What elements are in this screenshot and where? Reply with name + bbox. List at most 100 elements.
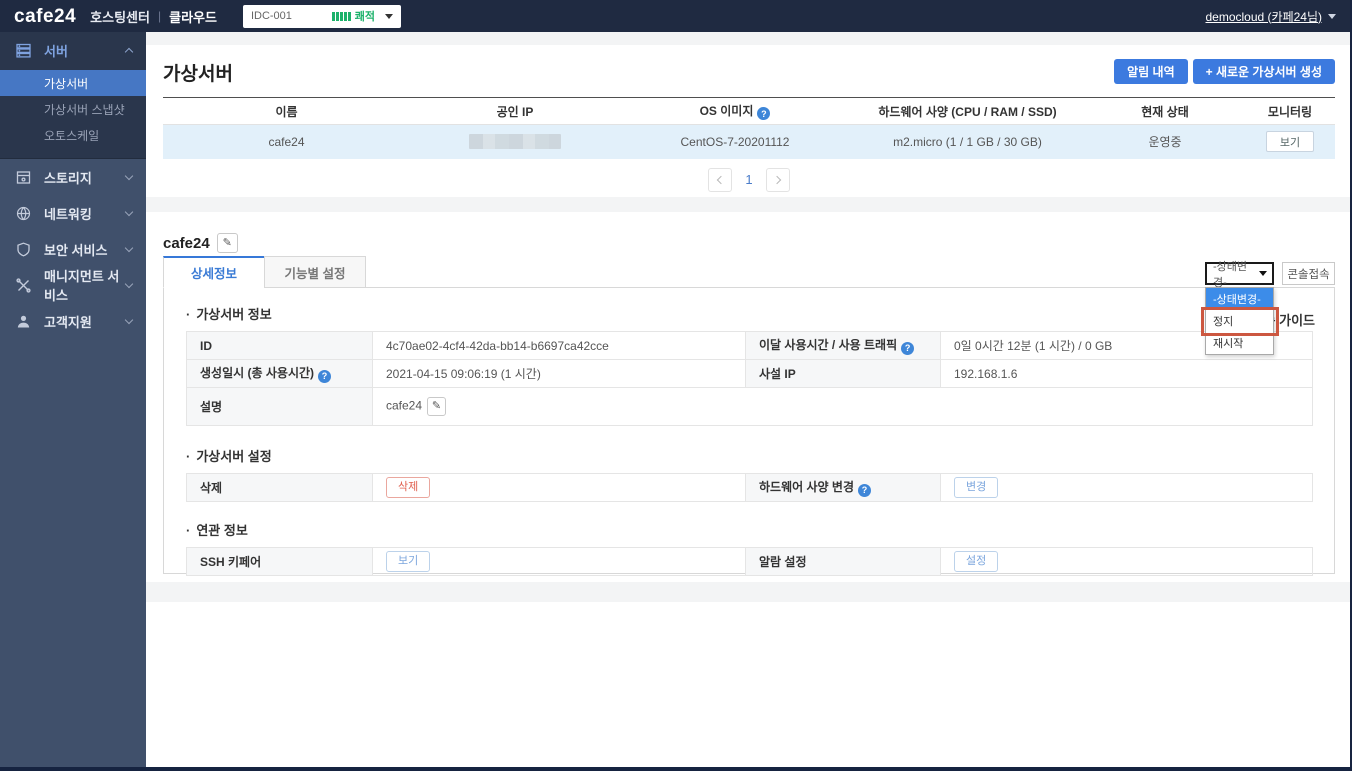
sidebar-item-server[interactable]: 서버 [0,32,146,68]
server-list-table: 이름 공인 IP OS 이미지? 하드웨어 사양 (CPU / RAM / SS… [163,97,1335,159]
cell-os-image: CentOS-7-20201112 [620,124,850,159]
field-label-alarm: 알람 설정 [745,547,941,576]
edit-name-button[interactable]: ✎ [216,233,238,253]
sidebar-item-label: 서버 [44,43,68,59]
idc-selector[interactable]: IDC-001 쾌적 [242,4,401,28]
app-window: cafe24 호스팅센터 | 클라우드 IDC-001 쾌적 democloud… [0,0,1352,771]
field-label-hw-change: 하드웨어 사양 변경? [745,473,941,502]
next-page-button[interactable] [765,167,790,192]
sidebar-group-server: 서버 가상서버 가상서버 스냅샷 오토스케일 [0,32,146,159]
section-label: 클라우드 [169,9,217,25]
table-header-row: 이름 공인 IP OS 이미지? 하드웨어 사양 (CPU / RAM / SS… [163,97,1335,125]
field-label-delete: 삭제 [186,473,373,502]
field-value-private-ip: 192.168.1.6 [940,359,1313,388]
field-value-ssh: 보기 [372,547,746,576]
col-hardware: 하드웨어 사양 (CPU / RAM / SSD) [850,97,1085,125]
menu-option-status-change[interactable]: -상태변경- [1206,288,1273,310]
chevron-down-icon [124,315,134,324]
delete-button[interactable]: 삭제 [386,477,431,498]
detail-tabbar: 상세정보 기능별 설정 [163,256,1335,288]
cell-name: cafe24 [163,124,410,159]
chevron-up-icon [124,47,134,56]
account-menu[interactable]: democloud (카페24님) [1205,8,1336,25]
field-label-ssh: SSH 키페어 [186,547,373,576]
field-value-id: 4c70ae02-4cf4-42da-bb14-b6697ca42cce [372,331,746,360]
tab-detail-info[interactable]: 상세정보 [163,256,265,288]
sidebar: 서버 가상서버 가상서버 스냅샷 오토스케일 스토리지 네트워킹 보안 서비스 … [0,32,146,767]
sidebar-item-management-services[interactable]: 매니지먼트 서비스 [0,267,146,303]
hw-change-button[interactable]: 변경 [954,477,999,498]
service-label: 호스팅센터 [90,9,150,25]
help-icon[interactable]: ? [318,369,332,383]
storage-icon [16,170,31,185]
alarm-setting-button[interactable]: 설정 [954,551,999,572]
pencil-icon: ✎ [431,400,442,412]
chevron-down-icon [124,243,134,252]
sidebar-item-autoscale[interactable]: 오토스케일 [0,122,146,148]
table-row[interactable]: cafe24 CentOS-7-20201112 m2.micro (1 / 1… [163,124,1335,159]
current-page[interactable]: 1 [745,172,752,187]
divider: | [157,9,162,23]
sidebar-submenu-server: 가상서버 가상서버 스냅샷 오토스케일 [0,68,146,152]
sidebar-item-virtual-server[interactable]: 가상서버 [0,70,146,96]
chevron-down-icon [1328,13,1336,19]
help-icon[interactable]: ? [858,483,871,497]
chevron-down-icon [1259,271,1267,276]
tab-feature-settings[interactable]: 기능별 설정 [264,256,366,288]
console-access-button[interactable]: 콘솔접속 [1282,262,1335,285]
sidebar-item-security-services[interactable]: 보안 서비스 [0,231,146,267]
field-label-created: 생성일시 (총 사용시간)? [186,359,373,388]
sidebar-item-customer-support[interactable]: 고객지원 [0,303,146,339]
cell-public-ip [410,124,620,159]
sidebar-item-storage[interactable]: 스토리지 [0,159,146,195]
chevron-left-icon [717,175,726,184]
col-os-image: OS 이미지? [620,97,850,125]
shield-icon [16,242,31,257]
status-change-select[interactable]: -상태변경- [1205,261,1274,289]
chevron-down-icon [124,171,134,180]
field-label-description: 설명 [186,387,373,426]
sidebar-item-networking[interactable]: 네트워킹 [0,195,146,231]
col-public-ip: 공인 IP [410,97,620,125]
server-list-panel: 가상서버 알림 내역 + 새로운 가상서버 생성 이름 공인 IP OS 이미지… [146,45,1350,197]
section-title-settings: 가상서버 설정 [186,426,1313,465]
bottom-border-bar [0,767,1350,771]
alert-history-button[interactable]: 알림 내역 [1114,59,1188,84]
cell-status: 운영중 [1085,124,1245,159]
create-server-button[interactable]: + 새로운 가상서버 생성 [1192,59,1335,84]
cell-hardware: m2.micro (1 / 1 GB / 30 GB) [850,124,1085,159]
account-label: democloud (카페24님) [1205,9,1323,24]
panel-gap [146,197,1350,212]
field-label-private-ip: 사설 IP [745,359,941,388]
sidebar-item-server-snapshot[interactable]: 가상서버 스냅샷 [0,96,146,122]
section-title-info: 가상서버 정보 [186,288,1313,323]
col-name: 이름 [163,97,410,125]
field-label-usage: 이달 사용시간 / 사용 트래픽? [745,331,941,360]
pencil-icon: ✎ [222,236,232,249]
chevron-down-icon [124,207,134,216]
pagination: 1 [163,167,1335,192]
sidebar-item-label: 네트워킹 [44,206,92,222]
ssh-view-button[interactable]: 보기 [386,551,431,572]
field-value-description: cafe24 ✎ [372,387,1313,426]
server-icon [16,43,31,58]
field-value-alarm: 설정 [940,547,1313,576]
help-icon[interactable]: ? [901,341,915,355]
info-table: ID 4c70ae02-4cf4-42da-bb14-b6697ca42cce … [186,331,1313,426]
field-value-hw-change: 변경 [940,473,1313,502]
section-title-related: 연관 정보 [186,502,1313,539]
status-cluster: -상태변경- 콘솔접속 [1205,261,1335,289]
help-icon[interactable]: ? [757,107,771,121]
customer-icon [16,314,31,329]
prev-page-button[interactable] [708,167,733,192]
menu-option-stop[interactable]: 정지 [1206,310,1273,332]
field-value-created: 2021-04-15 09:06:19 (1 시간) [372,359,746,388]
top-actions: 알림 내역 + 새로운 가상서버 생성 [1114,59,1335,84]
cell-monitoring: 보기 [1245,124,1335,159]
sidebar-subitem-label: 오토스케일 [44,128,100,143]
monitoring-view-button[interactable]: 보기 [1265,131,1315,153]
sidebar-subitem-label: 가상서버 스냅샷 [44,102,125,117]
menu-option-restart[interactable]: 재시작 [1206,332,1273,354]
field-label-id: ID [186,331,373,360]
edit-description-button[interactable]: ✎ [427,397,447,416]
